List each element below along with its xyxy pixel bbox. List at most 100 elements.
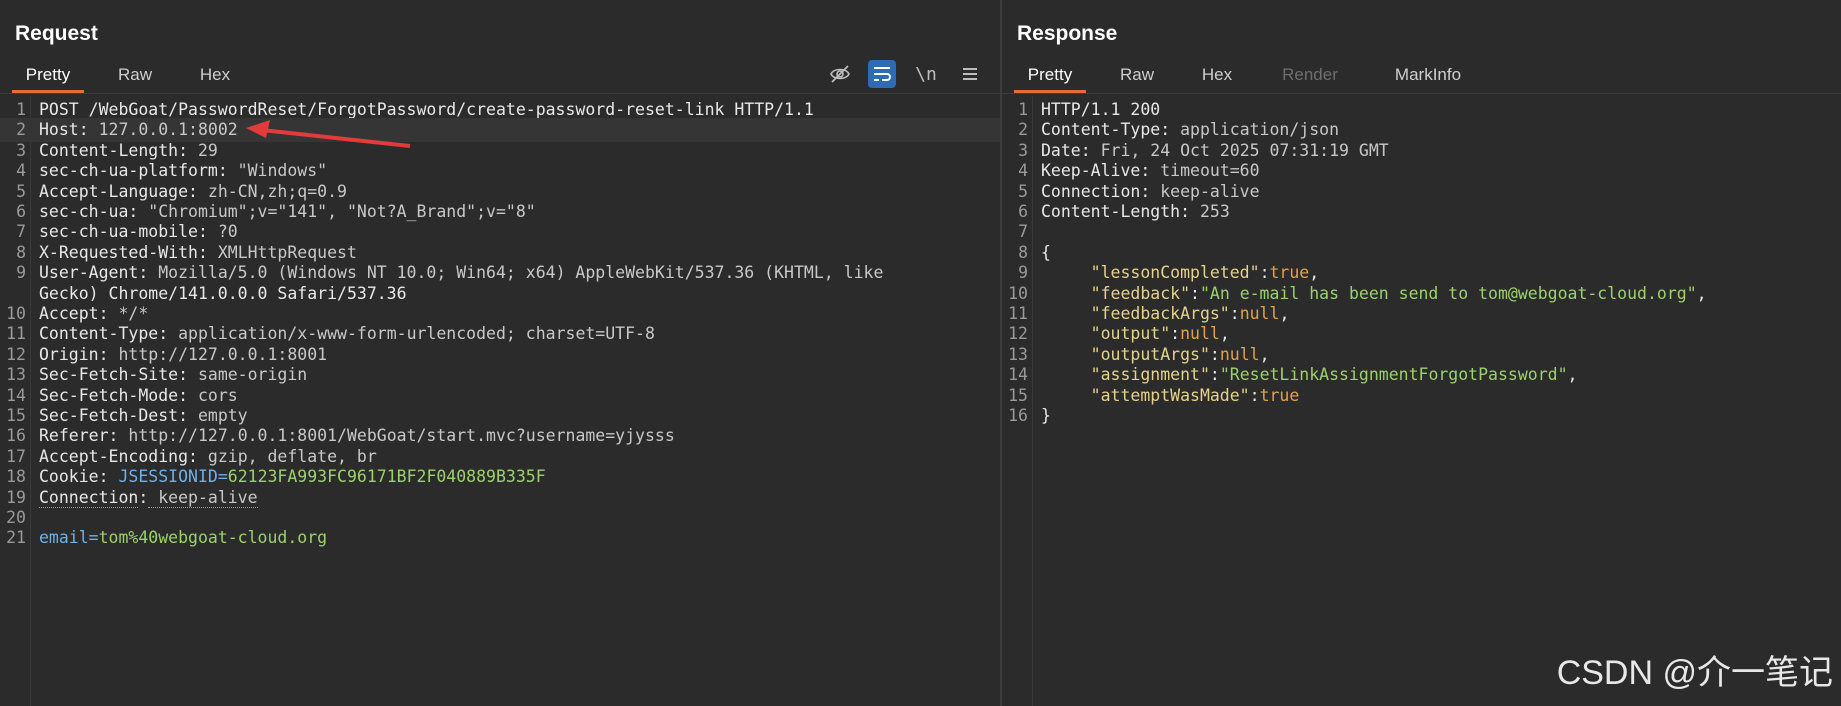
cookie-name: JSESSIONID= — [118, 467, 228, 487]
header-value: same-origin — [188, 365, 308, 385]
header-colon: : — [98, 304, 109, 323]
body-param-value: tom%40webgoat-cloud.org — [98, 528, 328, 548]
response-tab-render: Render — [1282, 65, 1338, 84]
header-colon: : — [138, 263, 149, 283]
response-tab-markinfo[interactable]: MarkInfo — [1378, 60, 1478, 90]
line-number: 21 — [6, 528, 26, 548]
json-colon: : — [1209, 365, 1220, 385]
request-tab-divider — [0, 93, 1000, 94]
header-colon: : — [197, 242, 208, 262]
response-editor[interactable]: 1 HTTP/1.1 200 2 Content-Type: application/… — [1002, 96, 1841, 706]
response-tab-divider — [1002, 93, 1841, 94]
header-colon: : — [178, 406, 189, 425]
header-colon: : — [188, 446, 198, 466]
header-value: Mozilla/5.0 (Windows NT 10.0; Win64; x64… — [148, 263, 884, 283]
json-colon: : — [1209, 344, 1220, 364]
json-colon: : — [1259, 263, 1270, 283]
header-value: timeout=60 — [1150, 161, 1260, 181]
header-value: 127.0.0.1:8002 — [88, 120, 238, 140]
json-colon: : — [1170, 324, 1181, 344]
json-comma: , — [1279, 304, 1290, 323]
header-colon: : — [98, 344, 109, 364]
header-colon: : — [178, 140, 189, 160]
json-value: "An e-mail has been send to tom@webgoat-… — [1199, 283, 1697, 303]
header-name: Accept — [39, 304, 99, 323]
header-name: Host — [39, 120, 79, 140]
body-param-name: email= — [39, 528, 99, 548]
line-content: } — [1041, 404, 1051, 428]
json-key: "assignment" — [1090, 365, 1210, 385]
json-key: "feedbackArgs" — [1090, 304, 1230, 323]
json-key: "outputArgs" — [1090, 344, 1210, 364]
header-colon: : — [1160, 120, 1171, 140]
header-name: sec-ch-ua-mobile — [39, 222, 198, 242]
json-colon: : — [1229, 304, 1240, 323]
annotation-arrow — [246, 120, 411, 148]
header-name: X-Requested-With — [39, 242, 198, 262]
header-name: sec-ch-ua-platform — [39, 161, 218, 181]
header-colon: : — [197, 222, 208, 242]
header-value: empty — [188, 406, 248, 425]
line-text: } — [1041, 406, 1051, 425]
request-tab-pretty[interactable]: Pretty — [12, 60, 84, 93]
header-colon: : — [178, 365, 189, 385]
header-value: 29 — [188, 140, 218, 160]
header-colon: : — [178, 385, 189, 405]
header-value: 253 — [1190, 202, 1230, 221]
line-text: HTTP/1.1 200 — [1041, 100, 1161, 119]
header-colon: : — [188, 181, 198, 201]
header-value: keep-alive — [148, 487, 258, 508]
header-value: XMLHttpRequest — [207, 242, 357, 262]
json-key: "feedback" — [1090, 283, 1191, 303]
header-name: Referer — [39, 426, 109, 446]
json-key: "attemptWasMade" — [1090, 385, 1250, 405]
response-line: 16} — [1002, 404, 1841, 428]
json-key: "lessonCompleted" — [1090, 263, 1260, 283]
json-comma: , — [1259, 344, 1270, 364]
header-colon: : — [1080, 140, 1091, 160]
header-colon: : — [138, 487, 149, 507]
newline-icon[interactable]: \n — [912, 60, 940, 88]
header-name: User-Agent — [39, 263, 139, 283]
header-colon: : — [1140, 161, 1151, 181]
line-number: 16 — [1008, 406, 1028, 425]
wrap-icon[interactable] — [868, 60, 896, 88]
header-name: Connection — [39, 487, 139, 508]
header-value: "Chromium";v="141", "Not?A_Brand";v="8" — [138, 202, 536, 221]
header-colon: : — [78, 120, 89, 140]
json-comma: , — [1219, 324, 1230, 344]
header-name: Connection — [1041, 181, 1141, 201]
header-value: "Windows" — [227, 161, 328, 181]
json-value: true — [1269, 263, 1310, 283]
header-colon: : — [1180, 202, 1191, 221]
line-text: { — [1041, 242, 1051, 262]
request-editor[interactable]: 1 POST /WebGoat/PasswordReset/ForgotPassw… — [0, 96, 1000, 706]
json-value: true — [1259, 385, 1300, 405]
header-colon: : — [128, 202, 139, 221]
json-colon: : — [1190, 283, 1200, 303]
header-value: application/x-www-form-urlencoded; chars… — [168, 324, 655, 344]
header-name: sec-ch-ua — [39, 202, 129, 221]
cookie-value: 62123FA993FC96171BF2F040889B335F — [227, 467, 546, 487]
menu-icon[interactable] — [956, 60, 984, 88]
header-colon: : — [1140, 181, 1151, 201]
header-value: keep-alive — [1150, 181, 1260, 201]
header-value: ?0 — [207, 222, 238, 242]
response-tab-pretty[interactable]: Pretty — [1014, 60, 1086, 93]
header-value: cors — [188, 385, 238, 405]
response-tabs: Pretty Raw Hex Render MarkInfo — [1002, 60, 1841, 93]
header-name: Content-Type — [39, 324, 159, 344]
header-value: Fri, 24 Oct 2025 07:31:19 GMT — [1090, 140, 1389, 160]
header-value: zh-CN,zh;q=0.9 — [197, 181, 347, 201]
line-content: email=tom%40webgoat-cloud.org — [39, 526, 327, 550]
request-tab-hex[interactable]: Hex — [188, 60, 242, 90]
response-tab-hex[interactable]: Hex — [1190, 60, 1244, 90]
response-pane: Response Pretty Raw Hex Render MarkInfo … — [1002, 0, 1841, 706]
json-comma: , — [1309, 263, 1320, 283]
header-name: Content-Type — [1041, 120, 1161, 140]
json-comma: , — [1567, 365, 1578, 385]
header-colon: : — [217, 161, 228, 181]
response-tab-raw[interactable]: Raw — [1110, 60, 1164, 90]
eye-off-icon[interactable] — [826, 60, 854, 88]
request-tab-raw[interactable]: Raw — [108, 60, 162, 90]
